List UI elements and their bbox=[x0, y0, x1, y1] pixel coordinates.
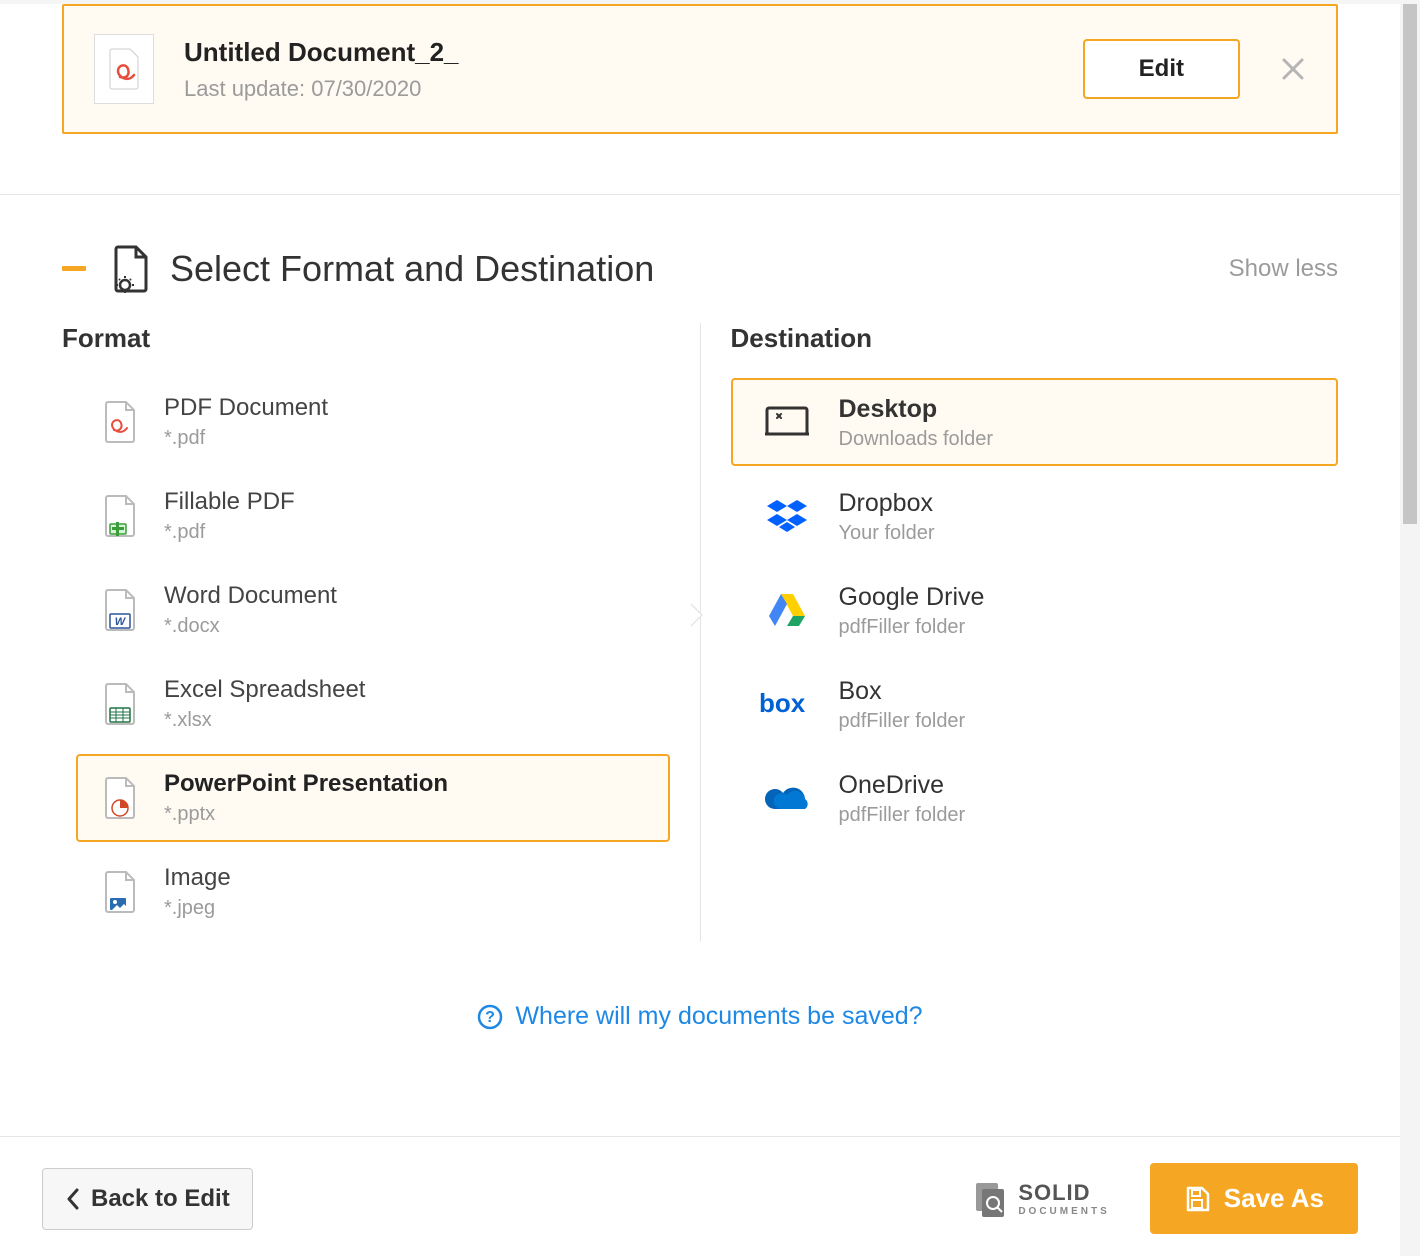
destination-option-label: Google Drive bbox=[839, 582, 985, 612]
save-icon bbox=[1184, 1186, 1210, 1212]
powerpoint-icon bbox=[96, 774, 144, 822]
destination-option-sub: pdfFiller folder bbox=[839, 804, 966, 827]
format-option-word[interactable]: W Word Document *.docx bbox=[76, 566, 670, 654]
format-option-image[interactable]: Image *.jpeg bbox=[76, 848, 670, 936]
pdf-file-icon bbox=[94, 34, 154, 104]
document-banner: Untitled Document_2_ Last update: 07/30/… bbox=[62, 4, 1338, 134]
desktop-icon bbox=[759, 398, 815, 446]
vertical-divider bbox=[700, 323, 701, 942]
format-option-fillable-pdf[interactable]: Fillable PDF *.pdf bbox=[76, 472, 670, 560]
format-option-ext: *.pdf bbox=[164, 427, 328, 450]
dropbox-icon bbox=[759, 492, 815, 540]
close-icon[interactable] bbox=[1280, 56, 1306, 82]
format-option-label: Word Document bbox=[164, 582, 337, 611]
destination-column: Destination Desktop Downloads folder bbox=[731, 323, 1339, 942]
destination-option-onedrive[interactable]: OneDrive pdfFiller folder bbox=[731, 754, 1339, 842]
svg-text:W: W bbox=[115, 616, 127, 628]
destination-option-desktop[interactable]: Desktop Downloads folder bbox=[731, 378, 1339, 466]
format-option-powerpoint[interactable]: PowerPoint Presentation *.pptx bbox=[76, 754, 670, 842]
solid-logo-icon bbox=[972, 1181, 1008, 1217]
google-drive-icon bbox=[759, 586, 815, 634]
image-icon bbox=[96, 868, 144, 916]
destination-option-box[interactable]: box Box pdfFiller folder bbox=[731, 660, 1339, 748]
section-title: Select Format and Destination bbox=[170, 248, 1229, 290]
destination-option-sub: Downloads folder bbox=[839, 428, 994, 451]
svg-text:box: box bbox=[759, 688, 806, 718]
footer-bar: Back to Edit SOLID DOCUMENTS Save As bbox=[0, 1136, 1400, 1256]
solid-documents-logo: SOLID DOCUMENTS bbox=[972, 1180, 1109, 1217]
format-option-pdf[interactable]: PDF Document *.pdf bbox=[76, 378, 670, 466]
pdf-icon bbox=[96, 398, 144, 446]
section-header: Select Format and Destination Show less bbox=[0, 195, 1400, 323]
help-text: Where will my documents be saved? bbox=[515, 1002, 922, 1031]
document-title: Untitled Document_2_ bbox=[184, 37, 459, 68]
format-option-label: PowerPoint Presentation bbox=[164, 770, 448, 799]
destination-option-sub: pdfFiller folder bbox=[839, 710, 966, 733]
back-label: Back to Edit bbox=[91, 1185, 230, 1213]
document-meta: Untitled Document_2_ Last update: 07/30/… bbox=[184, 37, 459, 102]
format-option-ext: *.pdf bbox=[164, 521, 295, 544]
edit-button[interactable]: Edit bbox=[1083, 39, 1240, 99]
box-icon: box bbox=[759, 680, 815, 728]
destination-option-label: Dropbox bbox=[839, 488, 935, 518]
destination-option-googledrive[interactable]: Google Drive pdfFiller folder bbox=[731, 566, 1339, 654]
destination-heading: Destination bbox=[731, 323, 1339, 354]
destination-option-label: Desktop bbox=[839, 394, 994, 424]
format-option-label: Excel Spreadsheet bbox=[164, 676, 365, 705]
format-option-excel[interactable]: Excel Spreadsheet *.xlsx bbox=[76, 660, 670, 748]
fillable-pdf-icon bbox=[96, 492, 144, 540]
format-column: Format PDF Document *.pdf bbox=[62, 323, 670, 942]
format-heading: Format bbox=[62, 323, 670, 354]
document-updated: Last update: 07/30/2020 bbox=[184, 76, 459, 102]
destination-option-label: Box bbox=[839, 676, 966, 706]
format-option-ext: *.jpeg bbox=[164, 897, 231, 920]
onedrive-icon bbox=[759, 774, 815, 822]
show-less-link[interactable]: Show less bbox=[1229, 255, 1338, 283]
format-option-ext: *.xlsx bbox=[164, 709, 365, 732]
destination-option-sub: Your folder bbox=[839, 522, 935, 545]
scrollbar[interactable] bbox=[1400, 4, 1420, 1256]
help-link[interactable]: ? Where will my documents be saved? bbox=[477, 1002, 922, 1031]
chevron-left-icon bbox=[65, 1188, 81, 1210]
word-icon: W bbox=[96, 586, 144, 634]
destination-option-label: OneDrive bbox=[839, 770, 966, 800]
excel-icon bbox=[96, 680, 144, 728]
destination-option-sub: pdfFiller folder bbox=[839, 616, 985, 639]
format-option-label: PDF Document bbox=[164, 394, 328, 423]
back-to-edit-button[interactable]: Back to Edit bbox=[42, 1168, 253, 1230]
collapse-icon[interactable] bbox=[62, 266, 94, 272]
format-option-ext: *.docx bbox=[164, 615, 337, 638]
save-as-label: Save As bbox=[1224, 1183, 1324, 1214]
help-icon: ? bbox=[477, 1004, 503, 1030]
format-option-label: Fillable PDF bbox=[164, 488, 295, 517]
format-option-ext: *.pptx bbox=[164, 803, 448, 826]
destination-option-dropbox[interactable]: Dropbox Your folder bbox=[731, 472, 1339, 560]
file-gear-icon bbox=[110, 245, 150, 293]
svg-text:?: ? bbox=[486, 1009, 496, 1026]
save-as-button[interactable]: Save As bbox=[1150, 1163, 1358, 1234]
format-option-label: Image bbox=[164, 864, 231, 893]
